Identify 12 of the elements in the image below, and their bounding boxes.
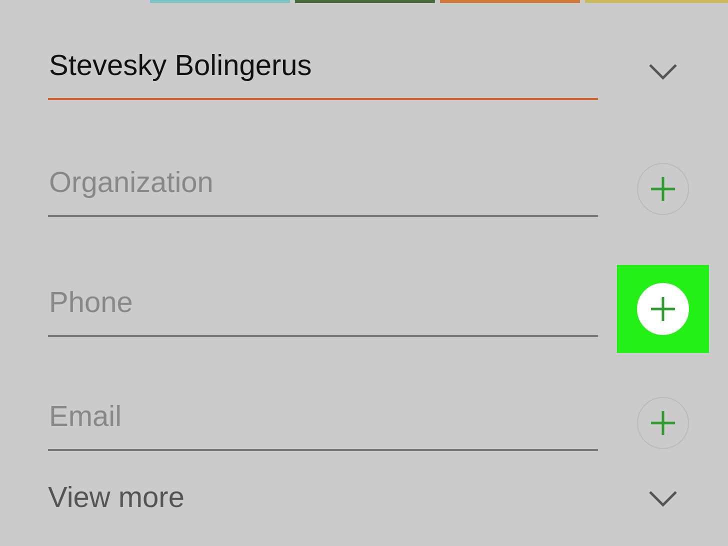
input-field[interactable]: Organization bbox=[48, 162, 598, 217]
chevron-icon bbox=[648, 63, 678, 81]
add-button[interactable] bbox=[637, 163, 689, 215]
input-field[interactable]: Email bbox=[48, 396, 598, 451]
name-field[interactable]: Stevesky Bolingerus bbox=[48, 44, 598, 100]
plus-icon bbox=[650, 296, 676, 322]
add-button[interactable] bbox=[637, 397, 689, 449]
view-more-link[interactable]: View more bbox=[48, 476, 598, 520]
input-field[interactable]: Phone bbox=[48, 282, 598, 337]
plus-icon bbox=[650, 176, 676, 202]
chevron-icon bbox=[648, 490, 678, 508]
plus-icon bbox=[650, 410, 676, 436]
